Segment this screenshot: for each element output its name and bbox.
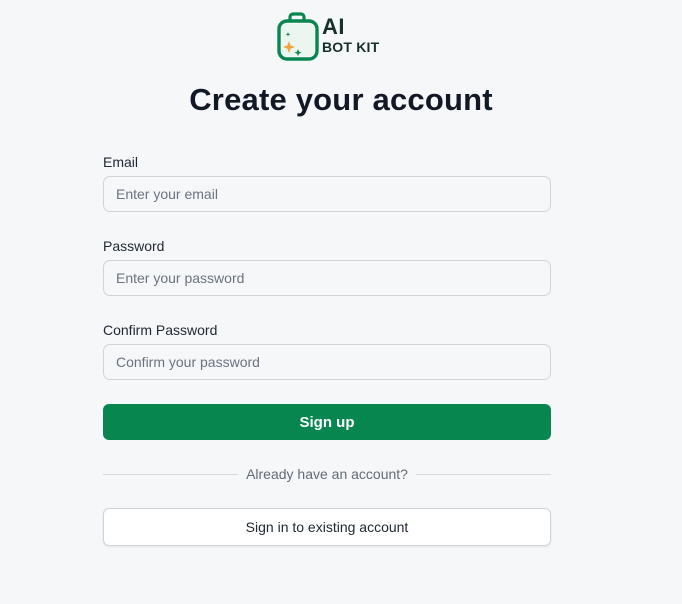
- brand-logo: AI BOT KIT: [277, 11, 387, 63]
- bag-sparkle-icon: [277, 12, 319, 61]
- password-label: Password: [103, 238, 165, 254]
- signup-form: Email Password Confirm Password: [103, 153, 551, 405]
- email-field-group: Email: [103, 153, 551, 237]
- sign-up-button[interactable]: Sign up: [103, 404, 551, 440]
- confirm-password-label: Confirm Password: [103, 322, 218, 338]
- email-label: Email: [103, 154, 139, 170]
- divider-line-right: [415, 473, 552, 475]
- divider-text: Already have an account?: [246, 466, 408, 482]
- sign-in-existing-button[interactable]: Sign in to existing account: [103, 508, 551, 546]
- password-field-group: Password: [103, 237, 551, 321]
- brand-name-line2: BOT KIT: [322, 39, 380, 55]
- confirm-password-field[interactable]: [103, 344, 551, 380]
- confirm-password-field-group: Confirm Password: [103, 321, 551, 405]
- brand-name-line1: AI: [322, 14, 345, 39]
- divider-line-left: [103, 473, 239, 475]
- page-title: Create your account: [189, 82, 493, 117]
- signup-page: AI BOT KIT Create your account Email Pas…: [0, 0, 682, 604]
- email-field[interactable]: [103, 176, 551, 212]
- divider: Already have an account?: [103, 464, 552, 484]
- password-field[interactable]: [103, 260, 551, 296]
- brand-wordmark: AI BOT KIT: [322, 14, 380, 55]
